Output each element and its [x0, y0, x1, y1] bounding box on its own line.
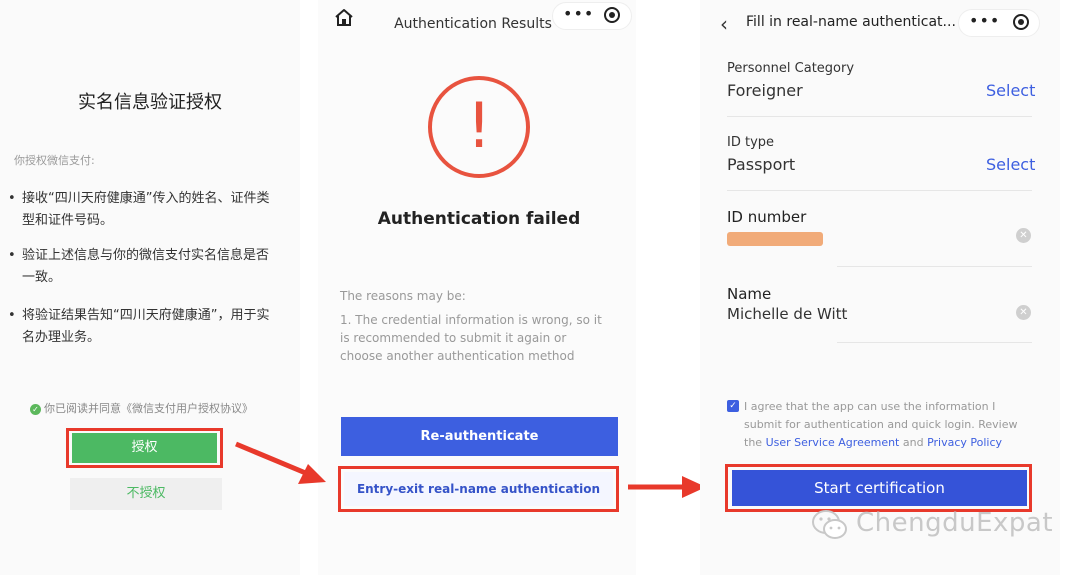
check-icon: ✓ [30, 403, 41, 415]
personnel-category-label: Personnel Category [727, 61, 855, 76]
authorize-subtitle: 你授权微信支付: [14, 154, 95, 167]
agreement-row[interactable]: ✓ 你已阅读并同意《微信支付用户授权协议》 [30, 400, 253, 416]
personnel-category-value: Foreigner [727, 81, 803, 100]
agreement-text: I agree that the app can use the informa… [744, 400, 1018, 449]
exclamation-icon: ! [466, 89, 492, 162]
wechat-logo-icon [810, 507, 850, 543]
privacy-policy-link[interactable]: Privacy Policy [927, 436, 1002, 449]
arrow-right-icon [626, 475, 708, 499]
id-type-value: Passport [727, 155, 796, 174]
id-number-label: ID number [727, 208, 807, 226]
watermark-text: ChengduExpat [856, 508, 1054, 538]
divider [727, 116, 1032, 117]
status-text: Authentication failed [377, 209, 581, 229]
more-icon[interactable]: ••• [563, 4, 594, 23]
name-field[interactable]: Michelle de Witt [727, 305, 927, 321]
decline-button[interactable]: 不授权 [70, 478, 222, 510]
highlight-frame [66, 428, 223, 468]
divider [837, 266, 1032, 267]
back-icon[interactable]: ‹ [720, 12, 728, 36]
reasons-body: 1. The credential information is wrong, … [340, 313, 602, 363]
capsule-menu: ••• [552, 2, 632, 30]
id-type-select[interactable]: Select [986, 155, 1035, 174]
close-miniprogram-icon[interactable] [604, 7, 620, 23]
list-item: • 将验证结果告知“四川天府健康通”，用于实名办理业务。 [8, 308, 270, 345]
divider [837, 342, 1032, 343]
highlight-frame [725, 464, 1032, 512]
clear-icon[interactable]: ✕ [1016, 305, 1031, 320]
agree-checkbox[interactable]: ✓ [727, 400, 739, 412]
arrow-right-icon [232, 436, 332, 492]
id-number-field[interactable] [727, 232, 823, 246]
reauthenticate-button[interactable]: Re-authenticate [341, 417, 618, 456]
list-item: • 接收“四川天府健康通”传入的姓名、证件类型和证件号码。 [8, 191, 270, 228]
name-label: Name [727, 285, 772, 303]
id-type-label: ID type [727, 135, 775, 150]
capsule-menu: ••• [958, 9, 1040, 37]
reasons-heading: The reasons may be: [340, 289, 466, 303]
close-miniprogram-icon[interactable] [1013, 14, 1029, 30]
page-title: Fill in real-name authenticat... [746, 14, 956, 30]
name-value: Michelle de Witt [727, 305, 848, 321]
divider [727, 190, 1032, 191]
highlight-frame [338, 466, 619, 512]
agreement-text: 你已阅读并同意《微信支付用户授权协议》 [44, 402, 253, 415]
page-title: 实名信息验证授权 [78, 92, 222, 113]
list-item: • 验证上述信息与你的微信支付实名信息是否一致。 [8, 248, 270, 285]
clear-icon[interactable]: ✕ [1016, 228, 1031, 243]
more-icon[interactable]: ••• [969, 11, 1000, 30]
user-service-agreement-link[interactable]: User Service Agreement [766, 436, 900, 449]
personnel-category-select[interactable]: Select [986, 81, 1035, 100]
